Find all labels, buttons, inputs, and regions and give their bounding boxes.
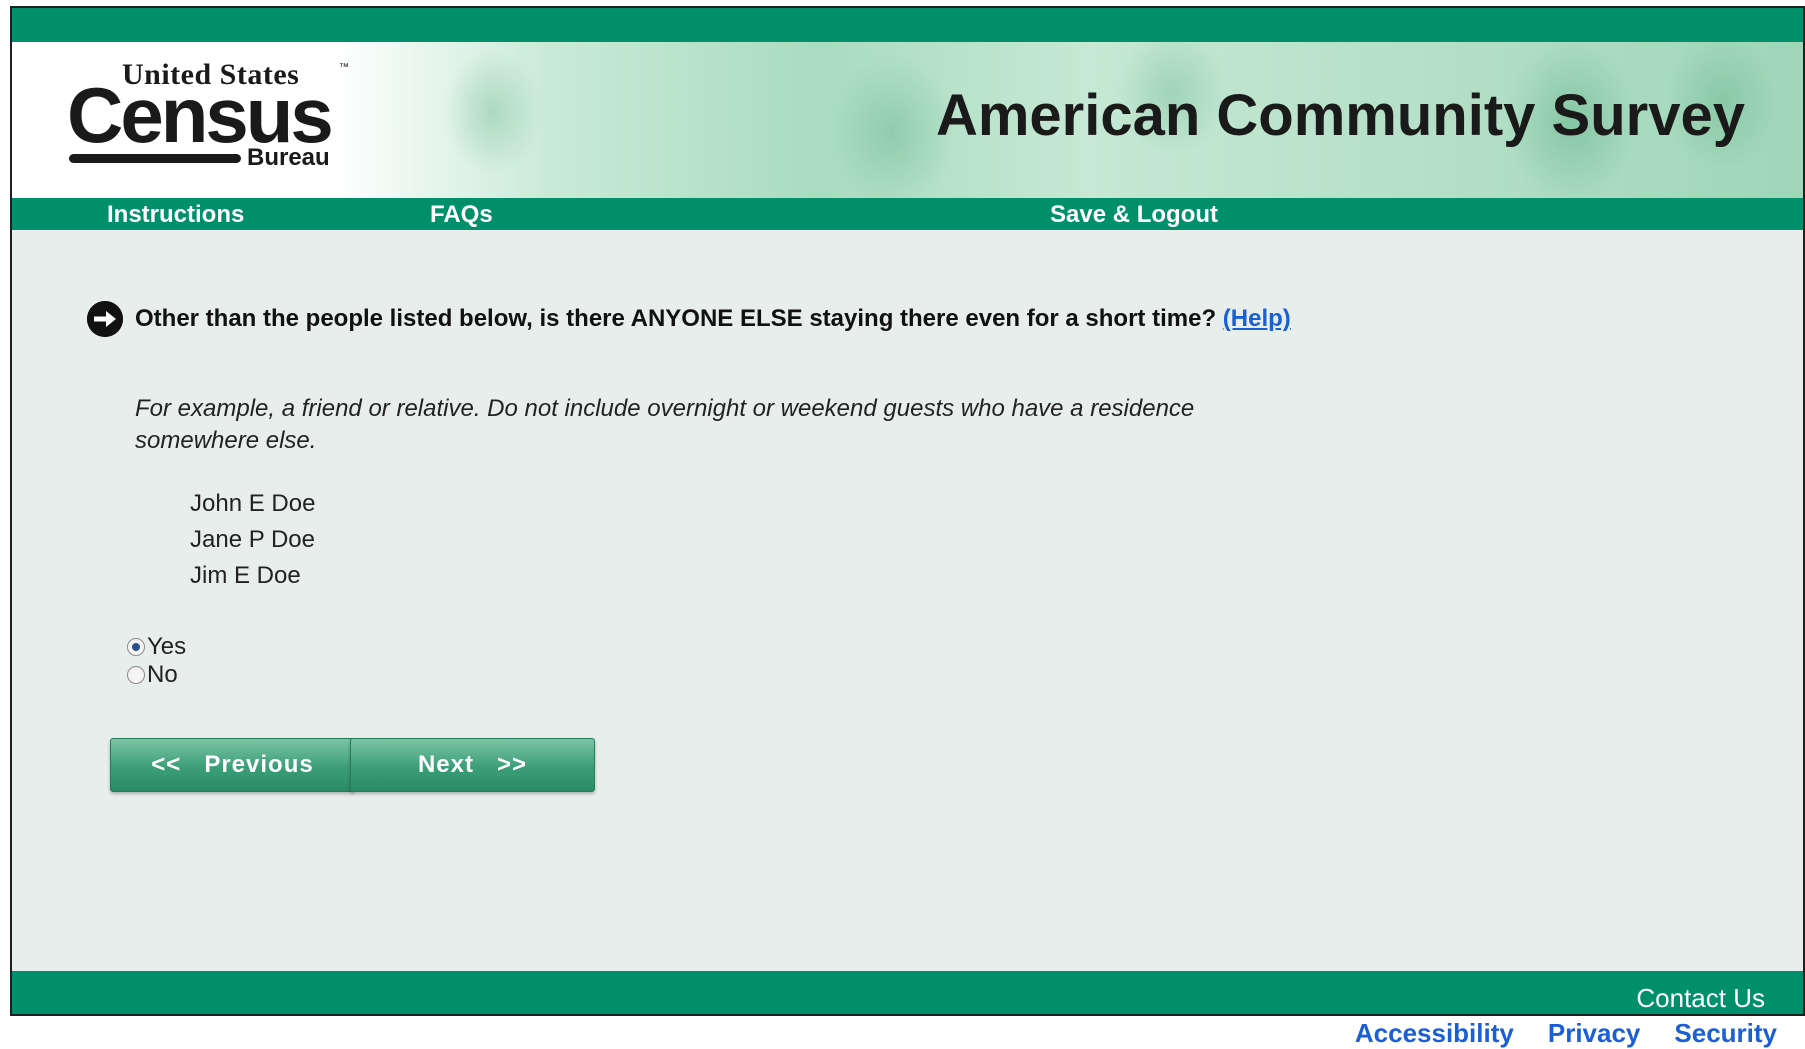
logo-trademark: ™: [339, 62, 349, 73]
top-stripe: [12, 8, 1803, 42]
nav-bar: Instructions FAQs Save & Logout: [12, 198, 1803, 230]
list-item: Jim E Doe: [190, 562, 301, 589]
answer-options: Yes No: [127, 633, 186, 689]
nav-faqs[interactable]: FAQs: [430, 201, 493, 229]
page-frame: United States ™ Census Bureau American C…: [10, 6, 1805, 1016]
question-text: Other than the people listed below, is t…: [135, 303, 1315, 335]
survey-title: American Community Survey: [935, 83, 1745, 148]
nav-save-logout[interactable]: Save & Logout: [1050, 201, 1218, 229]
contact-us-link[interactable]: Contact Us: [1636, 983, 1765, 1014]
example-instructions: For example, a friend or relative. Do no…: [135, 395, 1195, 454]
accessibility-link[interactable]: Accessibility: [1355, 1018, 1514, 1049]
logo-main-text: Census: [67, 71, 334, 159]
next-button[interactable]: Next >>: [350, 738, 595, 792]
nav-instructions[interactable]: Instructions: [107, 201, 244, 229]
footer-bar: Contact Us: [12, 971, 1803, 1014]
privacy-link[interactable]: Privacy: [1548, 1018, 1641, 1049]
people-list: John E Doe Jane P Doe Jim E Doe: [190, 486, 315, 594]
no-radio[interactable]: [127, 666, 145, 684]
arrow-right-icon: [87, 301, 123, 337]
question-label: Other than the people listed below, is t…: [135, 305, 1217, 332]
header-banner: United States ™ Census Bureau American C…: [12, 42, 1803, 198]
help-link[interactable]: (Help): [1223, 305, 1291, 332]
option-yes[interactable]: Yes: [127, 633, 186, 661]
list-item: John E Doe: [190, 490, 316, 517]
security-link[interactable]: Security: [1674, 1018, 1777, 1049]
yes-radio[interactable]: [127, 638, 145, 656]
yes-label[interactable]: Yes: [147, 633, 186, 661]
census-logo[interactable]: United States ™ Census Bureau: [67, 58, 349, 171]
logo-underline: [69, 154, 241, 163]
list-item: Jane P Doe: [190, 526, 315, 553]
no-label[interactable]: No: [147, 661, 178, 689]
logo-bureau-text: Bureau: [247, 144, 330, 171]
footer-links: Accessibility Privacy Security: [1355, 1018, 1777, 1049]
option-no[interactable]: No: [127, 661, 186, 689]
previous-button[interactable]: << Previous: [110, 738, 355, 792]
